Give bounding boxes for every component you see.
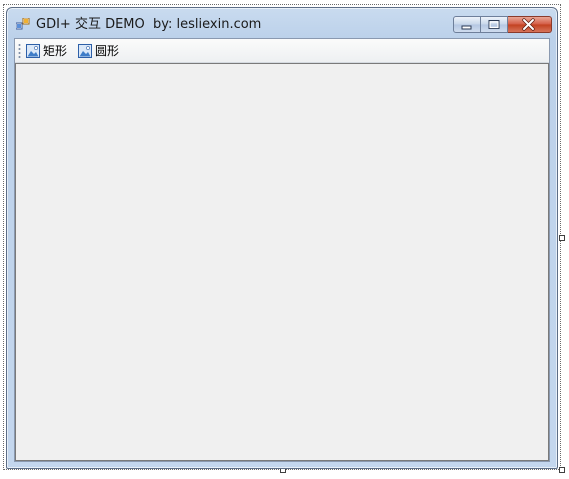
- window-title: GDI+ 交互 DEMO by: lesliexin.com: [36, 17, 262, 32]
- image-icon: [26, 44, 40, 58]
- toolstrip-grip-icon[interactable]: [18, 43, 21, 59]
- toolbar-label-circle: 圆形: [95, 44, 120, 58]
- resize-grip-corner[interactable]: [559, 467, 565, 473]
- app-icon: [16, 18, 30, 30]
- image-icon: [78, 44, 92, 58]
- main-window: GDI+ 交互 DEMO by: lesliexin.com 矩形 圆形: [6, 7, 558, 469]
- minimize-icon: [461, 25, 472, 30]
- toolbar-button-rectangle[interactable]: 矩形: [26, 41, 67, 61]
- client-area: 矩形 圆形: [14, 38, 550, 462]
- maximize-button[interactable]: [481, 16, 508, 33]
- resize-grip-right[interactable]: [559, 235, 565, 241]
- close-button[interactable]: [508, 16, 552, 33]
- toolbar-button-circle[interactable]: 圆形: [78, 41, 119, 61]
- toolstrip: 矩形 圆形: [15, 39, 549, 63]
- maximize-icon: [488, 20, 500, 29]
- title-bar[interactable]: GDI+ 交互 DEMO by: lesliexin.com: [7, 8, 557, 38]
- caption-buttons: [453, 16, 552, 35]
- close-icon: [522, 18, 535, 31]
- toolbar-label-rectangle: 矩形: [43, 44, 68, 58]
- drawing-canvas[interactable]: [15, 63, 549, 461]
- minimize-button[interactable]: [453, 16, 481, 33]
